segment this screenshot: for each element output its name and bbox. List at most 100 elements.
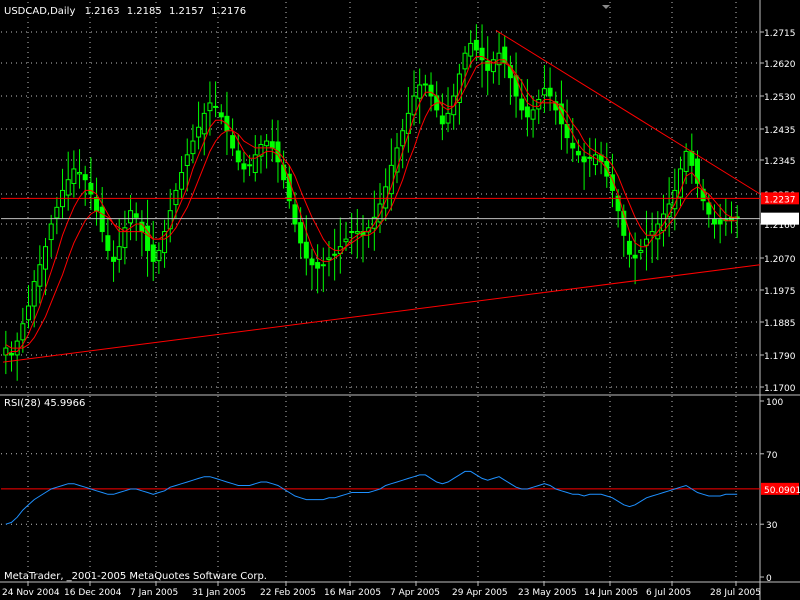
candle-body (105, 235, 111, 251)
price-chart-frame (0, 0, 800, 600)
price-axis-labels: 1.27151.26201.25301.24351.23451.22501.21… (760, 29, 796, 394)
rsi-line (5, 470, 738, 525)
moving-averages (5, 56, 738, 356)
candle-body (309, 258, 315, 266)
candle-body (706, 202, 712, 215)
rsi-tick-label: 0 (766, 574, 772, 584)
candle-body (286, 173, 292, 202)
candle-body (570, 142, 576, 149)
date-tick-label: 16 Dec 2004 (64, 588, 122, 598)
candle-body (88, 182, 94, 195)
candle-body (638, 249, 644, 253)
candle-body (156, 249, 162, 262)
candle-body (173, 189, 179, 206)
candle-body (37, 264, 43, 287)
candle-body (150, 244, 156, 262)
candle-body (524, 106, 530, 118)
candle-body (190, 140, 196, 155)
candle-body (417, 84, 423, 99)
candle-body (326, 257, 332, 261)
candle-body (711, 218, 717, 225)
candle-body (587, 156, 593, 159)
candle-body (320, 264, 326, 267)
candle-body (31, 281, 37, 307)
candle-body (65, 179, 71, 196)
candle-body (179, 172, 185, 190)
candle-body (519, 98, 525, 111)
date-tick-label: 24 Nov 2004 (2, 588, 60, 598)
rsi-tick-label: 30 (766, 521, 778, 531)
candle-body (235, 150, 241, 163)
candle-body (343, 238, 349, 243)
price-tick-label: 1.2530 (764, 93, 796, 103)
candle-body (128, 210, 134, 224)
candle-body (94, 197, 100, 212)
candle-body (462, 52, 468, 70)
candle-body (111, 256, 117, 262)
resistance-trendline (495, 29, 761, 195)
price-tick-label: 1.2345 (764, 157, 796, 167)
candle-body (26, 305, 32, 321)
candle-body (184, 154, 190, 167)
candle-body (479, 47, 485, 61)
date-tick-label: 22 Feb 2005 (260, 588, 316, 598)
candle-body (71, 168, 77, 185)
candle-body (422, 83, 428, 86)
date-axis-labels: 24 Nov 2004 16 Dec 2004 7 Jan 2005 31 Jan 2… (2, 582, 761, 598)
date-tick-label: 28 Jul 2005 (710, 588, 761, 598)
low-value: 1.2157 (169, 6, 204, 17)
candle-body (20, 323, 26, 341)
symbol-label: USDCAD,Daily (4, 6, 75, 17)
candle-body (349, 231, 355, 234)
candle-body (530, 109, 536, 120)
candle-body (547, 87, 553, 97)
candle-body (77, 172, 83, 175)
price-tick-label: 1.1885 (764, 319, 796, 329)
candle-body (575, 150, 581, 156)
support-trendline (2, 264, 761, 363)
scroll-marker-icon[interactable] (602, 5, 610, 9)
price-tick-label: 1.2435 (764, 126, 796, 136)
price-tick-label: 1.2715 (764, 29, 796, 39)
date-tick-label: 7 Jan 2005 (130, 588, 178, 598)
rsi-plot: 50.0901 (1, 470, 800, 525)
candle-body (196, 126, 202, 138)
chart-canvas: 1.27151.26201.25301.24351.23451.22501.21… (0, 0, 800, 600)
candle-body (303, 241, 309, 259)
current-price-label: 1.2176 (764, 216, 796, 226)
candle-body (400, 130, 406, 147)
candle-body (213, 105, 219, 108)
candle-body (201, 112, 207, 135)
candle-body (207, 102, 213, 112)
candle-body (48, 223, 54, 241)
resistance-price-label: 1.2237 (764, 195, 796, 205)
open-value: 1.2163 (85, 6, 120, 17)
candle-body (502, 46, 508, 64)
close-value: 1.2176 (211, 6, 246, 17)
candle-body (315, 262, 321, 269)
candle-body (116, 246, 122, 260)
moving-average-line (5, 56, 738, 356)
high-value: 1.2185 (127, 6, 162, 17)
candle-body (218, 112, 224, 118)
candle-body (332, 253, 338, 256)
candle-body (445, 112, 451, 124)
candle-body (298, 222, 304, 244)
copyright-text: MetaTrader, _2001-2005 MetaQuotes Softwa… (4, 571, 267, 582)
candle-body (649, 231, 655, 236)
candle-body (269, 141, 275, 149)
chart-header: USDCAD,Daily 1.2163 1.2185 1.2157 1.2176 (4, 6, 246, 17)
rsi-title: RSI(28) 45.9966 (4, 398, 85, 409)
candle-body (167, 210, 173, 230)
date-tick-label: 29 Apr 2005 (452, 588, 508, 598)
candle-body (689, 150, 695, 166)
candle-body (241, 163, 247, 170)
candle-body (468, 42, 474, 57)
candle-body (230, 135, 236, 149)
price-tick-label: 1.2620 (764, 60, 796, 70)
price-tick-label: 1.1700 (764, 384, 796, 394)
candle-body (626, 240, 632, 255)
candle-body (683, 150, 689, 172)
candle-body (473, 39, 479, 51)
candle-body (490, 59, 496, 73)
